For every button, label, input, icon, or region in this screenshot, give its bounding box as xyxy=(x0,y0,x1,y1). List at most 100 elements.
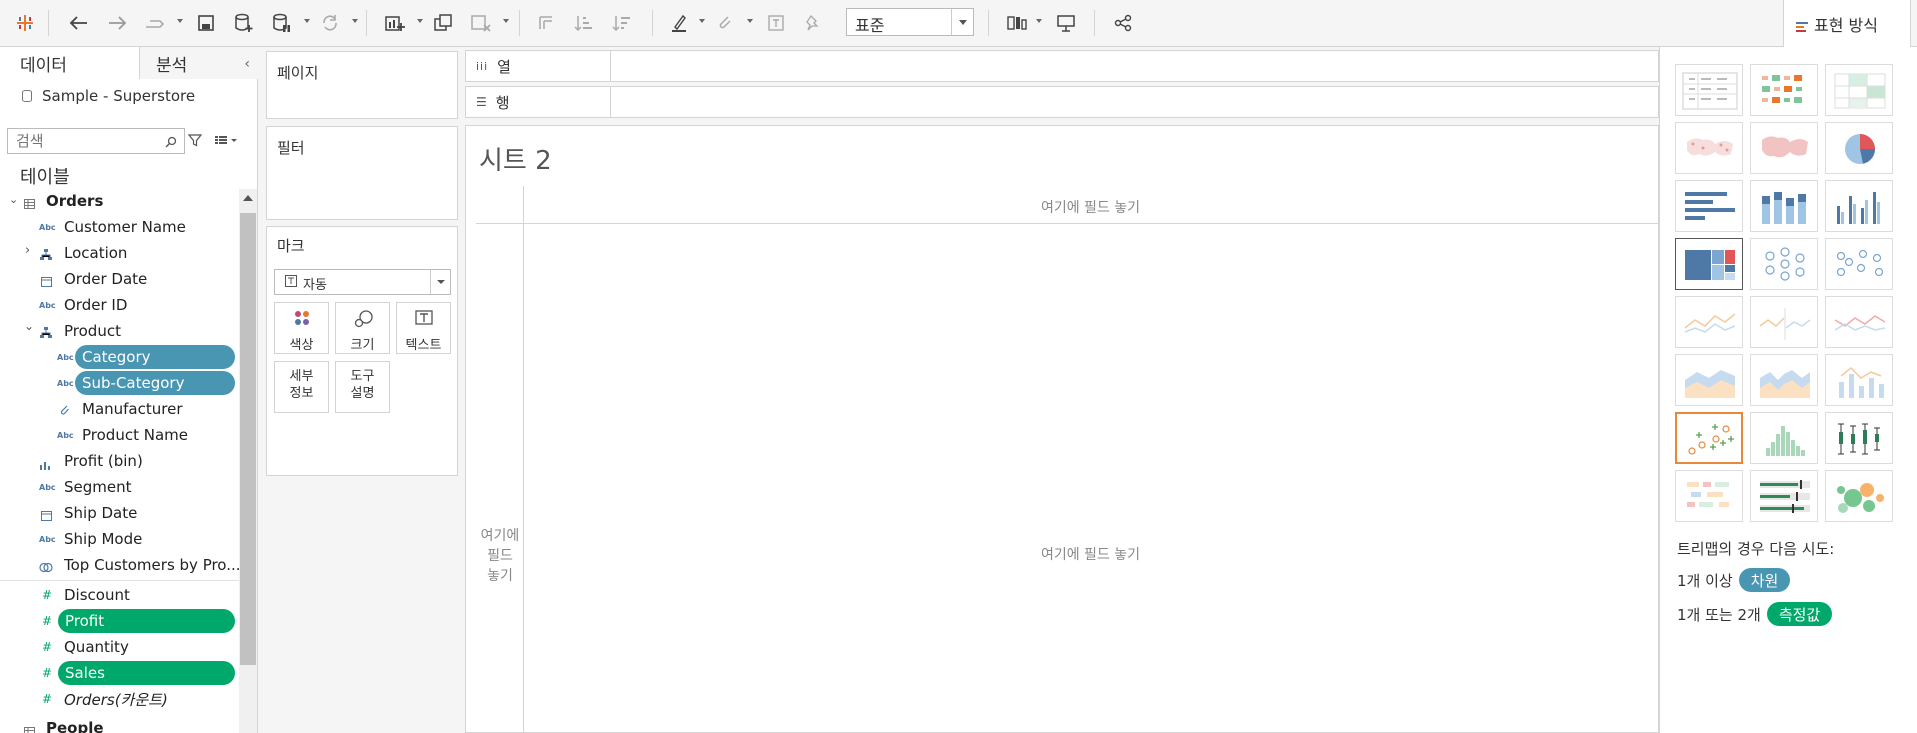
field-manufacturer[interactable]: Manufacturer xyxy=(0,397,240,421)
field-discount[interactable]: # Discount xyxy=(0,583,240,607)
packed-bubbles-chart[interactable] xyxy=(1825,470,1893,522)
color-button[interactable]: 색상 xyxy=(274,302,329,354)
clear-sheet-icon[interactable] xyxy=(466,8,496,38)
columns-drop-zone[interactable]: 여기에 필드 놓기 xyxy=(523,192,1658,224)
search-icon[interactable] xyxy=(165,134,177,152)
highlight-dropdown-icon[interactable] xyxy=(699,19,705,23)
stacked-bars-chart[interactable] xyxy=(1750,180,1818,232)
field-segment[interactable]: Abc Segment xyxy=(0,475,240,499)
view-options-icon[interactable] xyxy=(214,133,238,151)
area-discrete-chart[interactable] xyxy=(1750,354,1818,406)
redo-icon[interactable] xyxy=(102,8,132,38)
field-top-customers-set[interactable]: Top Customers by Pro... xyxy=(0,553,241,577)
field-pill-measure[interactable]: Profit xyxy=(58,609,235,633)
horizontal-bars-chart[interactable] xyxy=(1675,180,1743,232)
field-orders-count[interactable]: # Orders(카운트) xyxy=(0,687,240,711)
pause-updates-icon[interactable] xyxy=(267,8,297,38)
chevron-down-icon[interactable] xyxy=(951,9,973,35)
table-orders[interactable]: ⌄ Orders xyxy=(0,189,240,213)
duplicate-sheet-icon[interactable] xyxy=(428,8,458,38)
fit-dropdown[interactable]: 표준 xyxy=(846,8,974,36)
sheet-title[interactable]: 시트 2 xyxy=(479,140,552,177)
circle-views-chart[interactable] xyxy=(1750,238,1818,290)
chevron-down-icon[interactable]: ⌄ xyxy=(24,319,34,333)
show-cards-icon[interactable] xyxy=(1003,8,1033,38)
field-profit-bin[interactable]: Profit (bin) xyxy=(0,449,240,473)
box-and-whisker-chart[interactable] xyxy=(1825,412,1893,464)
tooltip-button[interactable]: 도구 설명 xyxy=(335,361,390,413)
columns-shelf[interactable]: iii 열 xyxy=(465,50,1659,82)
chevron-down-icon[interactable] xyxy=(430,270,450,294)
datasource-item[interactable]: Sample - Superstore xyxy=(22,87,195,105)
field-pill-dimension[interactable]: Category xyxy=(75,345,235,369)
sort-ascending-icon[interactable] xyxy=(569,8,599,38)
scrollbar-thumb[interactable] xyxy=(240,213,256,665)
replay-dropdown-icon[interactable] xyxy=(177,19,183,23)
field-search-input[interactable] xyxy=(7,128,185,154)
highlight-table-chart[interactable] xyxy=(1825,64,1893,116)
bullet-graph-chart[interactable] xyxy=(1750,470,1818,522)
field-pill-dimension[interactable]: Sub-Category xyxy=(75,371,235,395)
field-product[interactable]: ⌄ Product xyxy=(0,319,240,343)
collapse-pane-icon[interactable]: ‹ xyxy=(244,56,250,72)
refresh-icon[interactable] xyxy=(315,8,345,38)
tab-analytics[interactable]: 분석 ‹ xyxy=(140,47,258,79)
dual-lines-chart[interactable] xyxy=(1825,296,1893,348)
detail-button[interactable]: 세부 정보 xyxy=(274,361,329,413)
text-button[interactable]: 텍스트 xyxy=(396,302,451,354)
data-pane-scrollbar[interactable] xyxy=(239,189,257,733)
dual-combination-chart[interactable] xyxy=(1825,354,1893,406)
highlight-icon[interactable] xyxy=(664,8,694,38)
field-order-id[interactable]: Abc Order ID xyxy=(0,293,240,317)
symbol-map-chart[interactable] xyxy=(1675,122,1743,174)
swap-rows-columns-icon[interactable] xyxy=(531,8,561,38)
pages-card[interactable]: 페이지 xyxy=(266,51,458,119)
heat-map-chart[interactable] xyxy=(1750,64,1818,116)
mark-type-dropdown[interactable]: 자동 xyxy=(274,269,451,295)
group-dropdown-icon[interactable] xyxy=(747,19,753,23)
fix-axes-icon[interactable] xyxy=(798,8,828,38)
discrete-lines-chart[interactable] xyxy=(1750,296,1818,348)
view-drop-zone[interactable]: 여기에 필드 놓기 xyxy=(523,544,1658,564)
gantt-chart[interactable] xyxy=(1675,470,1743,522)
show-me-tab[interactable]: 표현 방식 xyxy=(1783,0,1911,47)
pie-chart[interactable] xyxy=(1825,122,1893,174)
save-icon[interactable] xyxy=(191,8,221,38)
tableau-logo-icon[interactable] xyxy=(10,8,40,38)
treemap-chart[interactable] xyxy=(1675,238,1743,290)
worksheet-canvas[interactable]: 시트 2 여기에 필드 놓기 여기에 필드 놓기 여기에 필드 놓기 xyxy=(465,125,1659,733)
sort-descending-icon[interactable] xyxy=(607,8,637,38)
field-product-name[interactable]: Abc Product Name xyxy=(0,423,240,447)
presentation-mode-icon[interactable] xyxy=(1051,8,1081,38)
field-ship-mode[interactable]: Abc Ship Mode xyxy=(0,527,240,551)
field-quantity[interactable]: # Quantity xyxy=(0,635,240,659)
chevron-down-icon[interactable]: ⌄ xyxy=(9,193,18,206)
refresh-dropdown-icon[interactable] xyxy=(352,19,358,23)
area-continuous-chart[interactable] xyxy=(1675,354,1743,406)
histogram-chart[interactable] xyxy=(1750,412,1818,464)
new-worksheet-icon[interactable] xyxy=(380,8,410,38)
filled-map-chart[interactable] xyxy=(1750,122,1818,174)
show-cards-dropdown-icon[interactable] xyxy=(1036,19,1042,23)
table-people[interactable]: People xyxy=(0,717,240,733)
share-icon[interactable] xyxy=(1108,8,1138,38)
text-table-chart[interactable] xyxy=(1675,64,1743,116)
clear-dropdown-icon[interactable] xyxy=(503,19,509,23)
show-mark-labels-icon[interactable] xyxy=(761,8,791,38)
side-by-side-circles-chart[interactable] xyxy=(1825,238,1893,290)
scatter-plot-chart[interactable] xyxy=(1675,412,1743,464)
scroll-up-icon[interactable] xyxy=(243,195,253,201)
new-datasource-icon[interactable] xyxy=(229,8,259,38)
size-button[interactable]: 크기 xyxy=(335,302,390,354)
rows-shelf[interactable]: ☰ 행 xyxy=(465,86,1659,118)
field-location[interactable]: › Location xyxy=(0,241,240,265)
field-profit[interactable]: # Profit xyxy=(0,609,240,633)
filter-icon[interactable] xyxy=(187,133,203,151)
new-worksheet-dropdown-icon[interactable] xyxy=(417,19,423,23)
field-customer-name[interactable]: Abc Customer Name xyxy=(0,215,240,239)
replay-icon[interactable] xyxy=(140,8,170,38)
chevron-right-icon[interactable]: › xyxy=(25,243,30,258)
group-members-icon[interactable] xyxy=(710,8,740,38)
filters-card[interactable]: 필터 xyxy=(266,126,458,220)
tab-data[interactable]: 데이터 xyxy=(0,47,140,79)
